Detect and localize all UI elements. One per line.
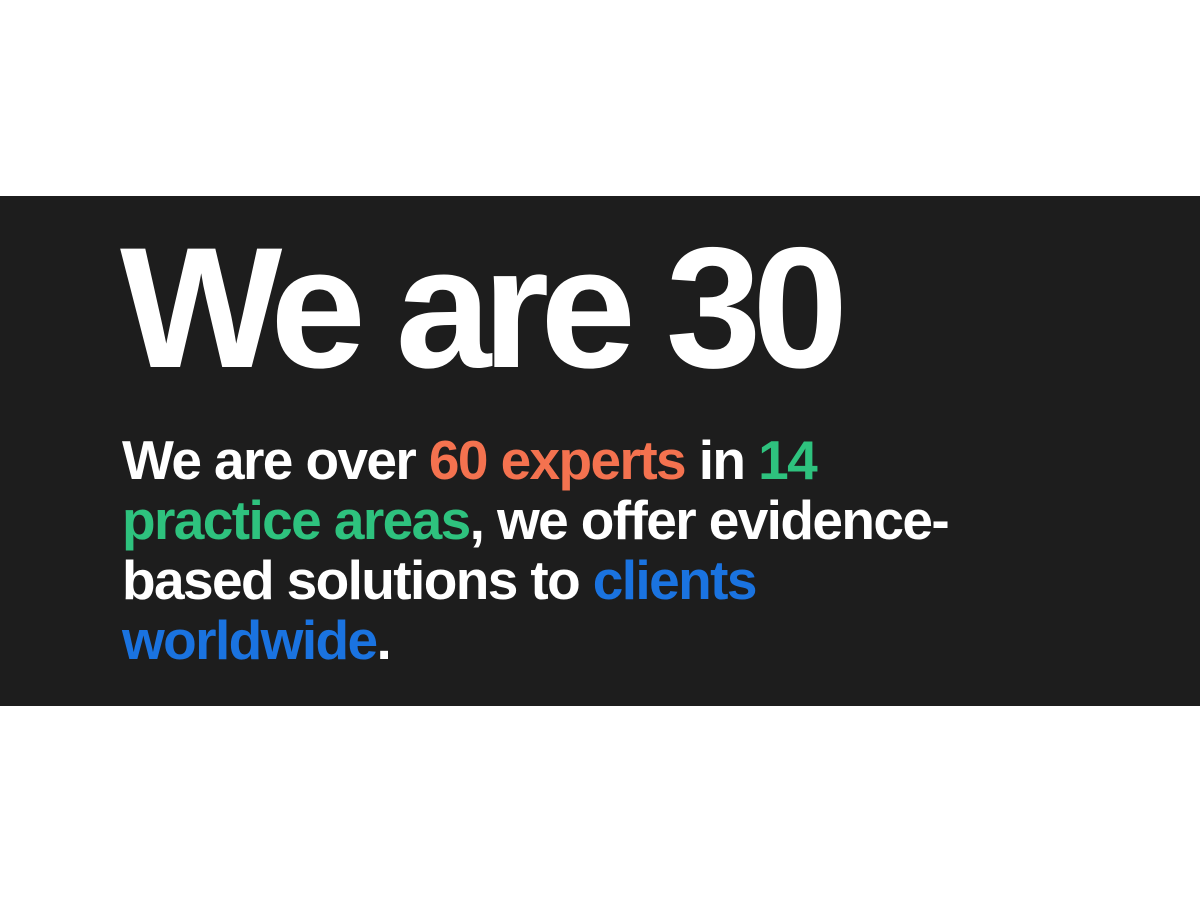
statement-line: practice areas, we offer evidence- — [122, 490, 1082, 550]
statement-text: based solutions to — [122, 549, 593, 611]
statement-text: We are over — [122, 429, 429, 491]
statement-line: worldwide. — [122, 610, 1082, 670]
headline: We are 30 — [120, 212, 848, 404]
statement-period: . — [376, 609, 392, 671]
page: We are 30 We are over 60 experts in 14 p… — [0, 0, 1200, 900]
worldwide-highlight: worldwide — [122, 609, 378, 671]
practice-areas-highlight: practice areas — [122, 489, 471, 551]
statement-paragraph: We are over 60 experts in 14 practice ar… — [122, 430, 1082, 670]
statement-line: We are over 60 experts in 14 — [122, 430, 1082, 490]
statement-line: based solutions to clients — [122, 550, 1082, 610]
statement-text: in — [685, 429, 759, 491]
experts-count-highlight: 60 experts — [428, 429, 687, 491]
clients-highlight: clients — [592, 549, 758, 611]
statement-text: , we offer evidence- — [469, 489, 950, 551]
practice-count-highlight: 14 — [758, 429, 818, 491]
